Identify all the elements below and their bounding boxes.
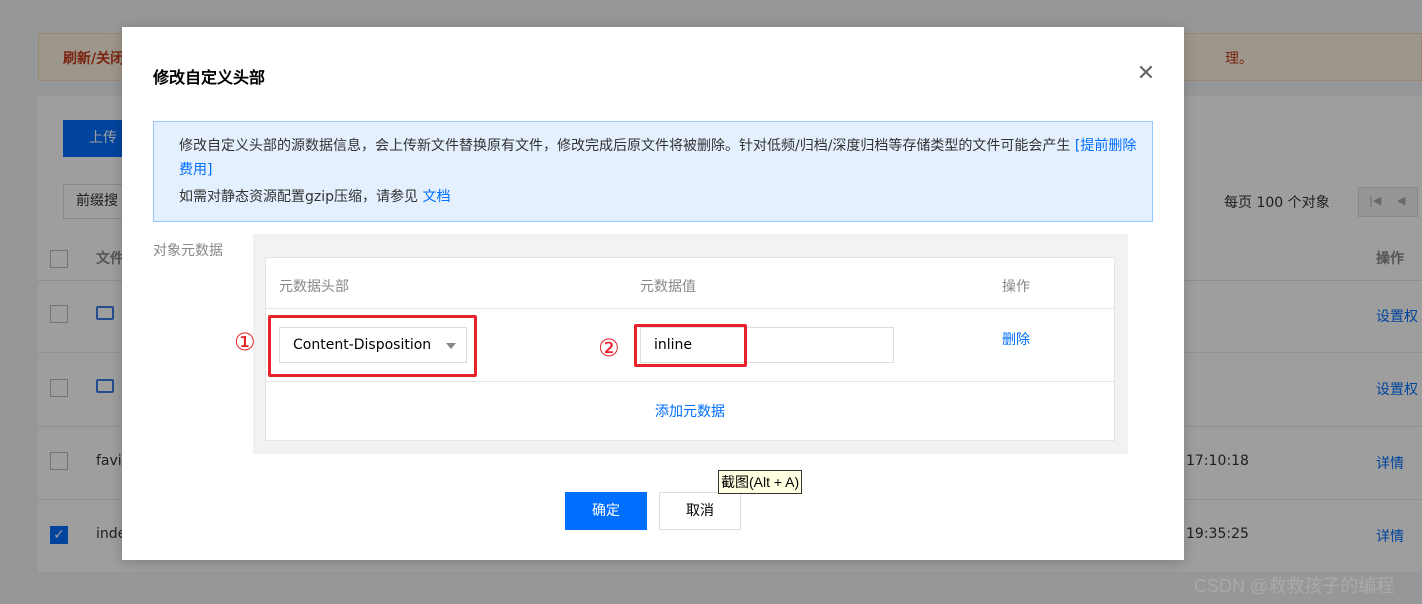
- info-line-2: 如需对静态资源配置gzip压缩，请参见 文档: [179, 189, 451, 205]
- col-ops: 操作: [1002, 279, 1030, 295]
- annotation-circle-1: ①: [234, 328, 256, 356]
- col-header: 元数据头部: [279, 279, 349, 295]
- info-line-1: 修改自定义头部的源数据信息，会上传新文件替换原有文件，修改完成后原文件将被删除。…: [179, 138, 1137, 178]
- edit-header-dialog: 修改自定义头部 ✕ 修改自定义头部的源数据信息，会上传新文件替换原有文件，修改完…: [122, 27, 1184, 560]
- confirm-button[interactable]: 确定: [565, 492, 647, 530]
- cancel-button[interactable]: 取消: [659, 492, 741, 530]
- annotation-box-1: [268, 315, 477, 377]
- delete-link[interactable]: 删除: [1002, 329, 1030, 349]
- metadata-label: 对象元数据: [153, 243, 223, 259]
- add-metadata-link[interactable]: 添加元数据: [266, 401, 1114, 421]
- watermark: CSDN @救救孩子的编程: [1194, 576, 1395, 596]
- annotation-circle-2: ②: [598, 334, 620, 362]
- col-value: 元数据值: [640, 279, 696, 295]
- info-banner: 修改自定义头部的源数据信息，会上传新文件替换原有文件，修改完成后原文件将被删除。…: [153, 121, 1153, 222]
- doc-link[interactable]: 文档: [422, 189, 450, 205]
- close-icon[interactable]: ✕: [1135, 63, 1157, 85]
- dialog-title: 修改自定义头部: [153, 68, 266, 87]
- screenshot-tooltip: 截图(Alt + A): [718, 470, 803, 494]
- annotation-box-2: [634, 324, 747, 367]
